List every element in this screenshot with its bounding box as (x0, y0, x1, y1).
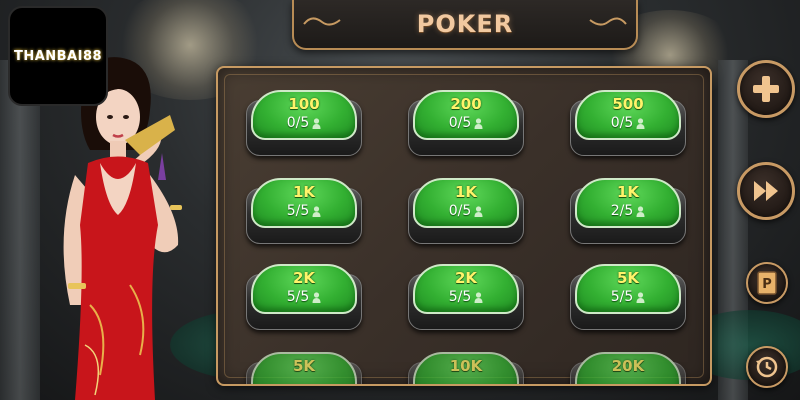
seat-count: 0/5 (448, 203, 472, 219)
poker-table-card[interactable]: 2K 5/5 (408, 264, 524, 330)
table-felt: 1K 0/5 (413, 178, 519, 228)
table-felt: 20K (575, 352, 681, 384)
person-icon (636, 205, 645, 217)
person-icon (636, 291, 645, 303)
seat-count: 2/5 (610, 203, 634, 219)
seat-count: 5/5 (610, 289, 634, 305)
table-stake: 1K (454, 183, 478, 201)
history-icon (756, 356, 778, 378)
brand-logo[interactable]: THANBAI88 (8, 6, 108, 106)
svg-text:P: P (762, 277, 772, 292)
left-ornament-icon (303, 17, 341, 26)
table-stake: 5K (292, 357, 316, 375)
poker-table-card[interactable]: 10K (408, 352, 524, 384)
poker-table-card[interactable]: 5K 5/5 (570, 264, 686, 330)
table-felt: 100 0/5 (251, 90, 357, 140)
table-stake: 10K (449, 357, 483, 375)
table-felt: 200 0/5 (413, 90, 519, 140)
seat-count: 0/5 (448, 115, 472, 131)
person-icon (474, 291, 483, 303)
poker-table-card[interactable]: 1K 5/5 (246, 178, 362, 244)
seat-count-row: 0/5 (577, 115, 679, 131)
table-felt: 1K 2/5 (575, 178, 681, 228)
table-stake: 1K (292, 183, 316, 201)
poker-table-card[interactable]: 5K (246, 352, 362, 384)
table-stake: 5K (616, 269, 640, 287)
poker-table-card[interactable]: 20K (570, 352, 686, 384)
seat-count-row: 0/5 (415, 115, 517, 131)
seat-count-row: 5/5 (253, 289, 355, 305)
table-stake: 20K (611, 357, 645, 375)
seat-count: 0/5 (286, 115, 310, 131)
poker-table-card[interactable]: 100 0/5 (246, 90, 362, 156)
seat-count: 5/5 (286, 203, 310, 219)
table-stake: 100 (288, 95, 320, 113)
table-stake: 2K (292, 269, 316, 287)
seat-count: 5/5 (448, 289, 472, 305)
person-icon (474, 117, 483, 129)
fast-forward-icon (754, 181, 778, 201)
right-ornament-icon (589, 17, 627, 26)
seat-count-row: 2/5 (577, 203, 679, 219)
person-icon (636, 117, 645, 129)
seat-count-row: 5/5 (253, 203, 355, 219)
person-icon (312, 291, 321, 303)
person-icon (474, 205, 483, 217)
table-stake: 2K (454, 269, 478, 287)
person-icon (312, 117, 321, 129)
table-felt: 2K 5/5 (413, 264, 519, 314)
quick-play-button[interactable] (737, 162, 795, 220)
poker-table-card[interactable]: 1K 0/5 (408, 178, 524, 244)
seat-count-row: 5/5 (577, 289, 679, 305)
rules-button[interactable]: P (746, 262, 788, 304)
seat-count: 0/5 (610, 115, 634, 131)
table-felt: 5K 5/5 (575, 264, 681, 314)
table-felt: 2K 5/5 (251, 264, 357, 314)
table-lobby-panel: 100 0/5 200 0/5 500 0/5 1K 5/5 1K 0/5 1K 2/5 2K 5/5 2K… (216, 66, 712, 386)
logo-text: THANBAI88 (13, 48, 103, 64)
poker-table-card[interactable]: 500 0/5 (570, 90, 686, 156)
table-felt: 10K (413, 352, 519, 384)
card-book-icon: P (757, 271, 777, 295)
poker-table-card[interactable]: 200 0/5 (408, 90, 524, 156)
seat-count-row: 0/5 (415, 203, 517, 219)
table-felt: 5K (251, 352, 357, 384)
page-title: POKER (416, 10, 514, 38)
person-icon (312, 205, 321, 217)
title-banner: POKER (292, 0, 638, 50)
table-felt: 1K 5/5 (251, 178, 357, 228)
table-stake: 200 (450, 95, 482, 113)
table-stake: 1K (616, 183, 640, 201)
seat-count-row: 5/5 (415, 289, 517, 305)
table-stake: 500 (612, 95, 644, 113)
poker-table-card[interactable]: 1K 2/5 (570, 178, 686, 244)
seat-count-row: 0/5 (253, 115, 355, 131)
dealer-illustration (63, 57, 182, 400)
add-table-button[interactable] (737, 60, 795, 118)
poker-table-card[interactable]: 2K 5/5 (246, 264, 362, 330)
history-button[interactable] (746, 346, 788, 388)
plus-icon (753, 76, 779, 102)
seat-count: 5/5 (286, 289, 310, 305)
table-felt: 500 0/5 (575, 90, 681, 140)
